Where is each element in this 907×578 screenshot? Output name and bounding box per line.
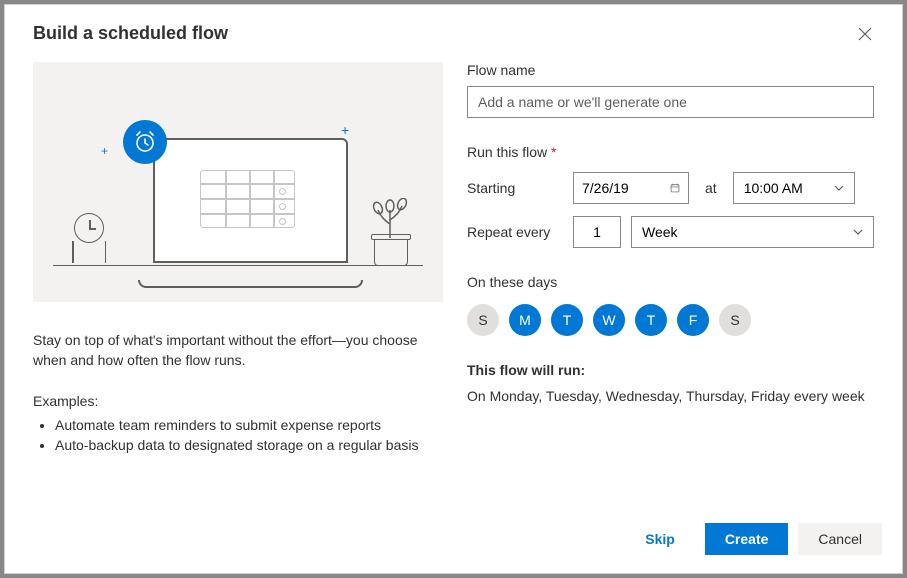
flow-name-label: Flow name [467,62,874,78]
modal-body: + + ✦ [5,54,902,509]
examples-list: Automate team reminders to submit expens… [33,415,443,456]
repeat-count-input[interactable] [573,216,621,248]
illustration: + + ✦ [33,62,443,302]
day-chip-2[interactable]: T [551,304,583,336]
close-icon [858,27,872,41]
summary-section: This flow will run: On Monday, Tuesday, … [467,362,874,404]
left-column: + + ✦ [33,62,443,509]
start-date-picker[interactable]: 7/26/19 [573,172,689,204]
start-date-value: 7/26/19 [582,180,629,196]
flow-name-section: Flow name [467,62,874,118]
calendar-icon [670,183,680,193]
day-chip-0[interactable]: S [467,304,499,336]
required-asterisk: * [551,144,556,160]
chevron-down-icon [834,183,844,193]
summary-text: On Monday, Tuesday, Wednesday, Thursday,… [467,388,874,404]
wall-clock-illustration [69,213,109,266]
run-this-flow-label: Run this flow * [467,144,874,160]
repeat-row: Repeat every Week [467,216,874,248]
start-time-picker[interactable]: 10:00 AM [733,172,855,204]
examples-label: Examples: [33,393,443,409]
start-time-value: 10:00 AM [744,180,803,196]
day-chip-4[interactable]: T [635,304,667,336]
starting-label: Starting [467,180,563,196]
alarm-clock-icon [123,120,167,164]
flow-name-input[interactable] [467,86,874,118]
starting-row: Starting 7/26/19 at 10:00 AM [467,172,874,204]
run-this-flow-section: Run this flow * Starting 7/26/19 at 10:0… [467,144,874,248]
close-button[interactable] [856,25,874,43]
repeat-unit-value: Week [642,224,678,240]
modal-title: Build a scheduled flow [33,23,228,44]
days-row: SMTWTFS [467,304,874,336]
repeat-label: Repeat every [467,224,563,240]
scheduled-flow-modal: Build a scheduled flow + + ✦ [4,4,903,574]
modal-header: Build a scheduled flow [5,5,902,54]
example-item: Automate team reminders to submit expens… [55,415,443,435]
day-chip-5[interactable]: F [677,304,709,336]
day-chip-1[interactable]: M [509,304,541,336]
plant-illustration [369,204,411,266]
skip-button[interactable]: Skip [625,523,695,555]
example-item: Auto-backup data to designated storage o… [55,435,443,455]
days-label: On these days [467,274,874,290]
description-text: Stay on top of what's important without … [33,330,443,371]
right-column: Flow name Run this flow * Starting 7/26/… [467,62,874,509]
create-button[interactable]: Create [705,523,789,555]
days-section: On these days SMTWTFS [467,274,874,336]
repeat-unit-picker[interactable]: Week [631,216,874,248]
modal-footer: Skip Create Cancel [5,509,902,573]
day-chip-6[interactable]: S [719,304,751,336]
cancel-button[interactable]: Cancel [798,523,882,555]
at-label: at [705,180,717,196]
chevron-down-icon [853,227,863,237]
day-chip-3[interactable]: W [593,304,625,336]
summary-label: This flow will run: [467,362,874,378]
